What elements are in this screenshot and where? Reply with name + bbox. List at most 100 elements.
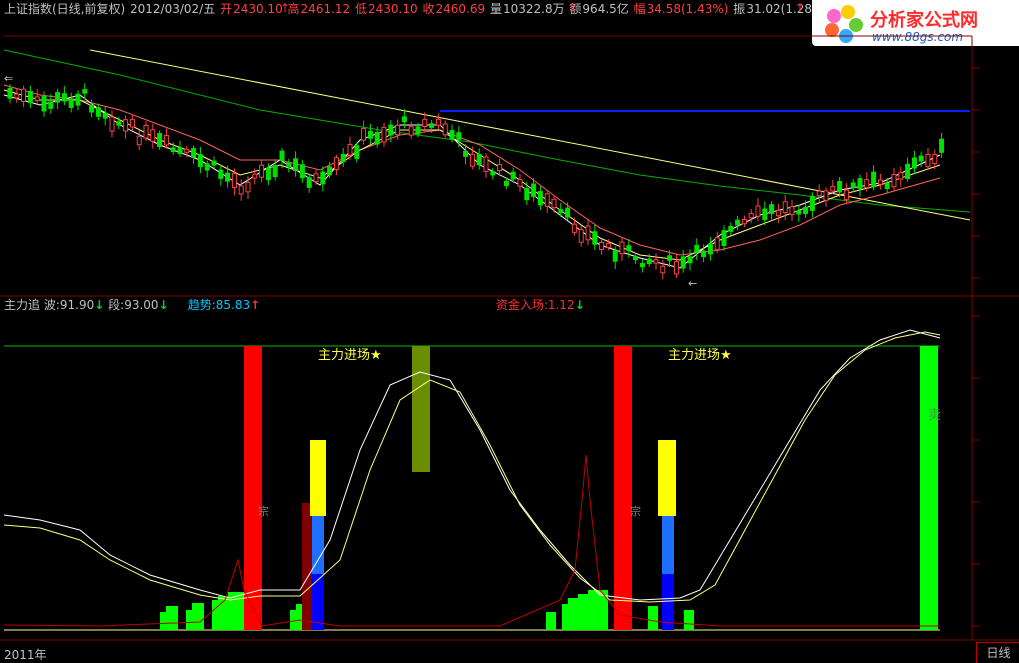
candle-body <box>605 242 611 248</box>
candle-body <box>245 181 251 193</box>
candle-body <box>660 265 666 274</box>
candle-body <box>265 167 271 181</box>
candle-body <box>238 185 244 195</box>
candle-body <box>497 164 503 172</box>
candle-body <box>809 195 815 211</box>
candle-body <box>911 157 917 169</box>
entry-label-2: 主力进场★ <box>668 348 732 363</box>
candle-body <box>347 143 353 156</box>
candle-body <box>748 213 754 219</box>
candle-body <box>571 223 577 233</box>
fund-line-red <box>3 454 940 627</box>
chart-arrow-marker: ⇐ <box>4 72 13 85</box>
candle-body <box>524 188 530 201</box>
candle-body <box>714 237 720 251</box>
candle-body <box>82 89 88 94</box>
candle-body <box>796 210 802 215</box>
candle-body <box>225 172 231 182</box>
candle-body <box>735 219 741 226</box>
candle-body <box>782 201 788 214</box>
candle-body <box>395 124 401 136</box>
candle-body <box>191 148 197 158</box>
candle-body <box>95 107 101 117</box>
candle-body <box>435 118 441 126</box>
candle-body <box>646 258 652 265</box>
candle-body <box>204 163 210 171</box>
candle-body <box>721 230 727 246</box>
arrow-down-icon: ↓ <box>158 298 169 312</box>
ma-short-line <box>3 94 941 269</box>
candle-body <box>136 135 142 146</box>
candle-body <box>320 171 326 185</box>
candle-body <box>707 243 713 255</box>
candlesticks <box>7 83 945 280</box>
candle-body <box>231 173 237 189</box>
candle-body <box>218 169 224 179</box>
candle-body <box>551 198 557 209</box>
wave-value: 91.90 <box>59 298 95 312</box>
candle-body <box>626 245 632 251</box>
candle-body <box>667 255 673 261</box>
candle-body <box>830 185 836 192</box>
indicator-line: 主力追 波:91.90↓ 段:93.00↓ 趋势:85.83↑ 资金入场:1.1… <box>4 297 585 313</box>
wave-line-white <box>3 329 941 601</box>
candle-body <box>823 190 829 201</box>
candle-body <box>531 183 537 197</box>
candle-body <box>891 174 897 188</box>
arrow-down-icon: ↓ <box>574 298 585 312</box>
candle-body <box>877 179 883 185</box>
candle-body <box>469 153 475 167</box>
candle-body <box>55 92 61 103</box>
candle-body <box>585 225 591 241</box>
wave-label: 波: <box>43 298 60 312</box>
candle-body <box>442 123 448 136</box>
candle-body <box>456 132 462 140</box>
candle-body <box>898 172 904 180</box>
chart-arrow-marker-2: ← <box>688 277 697 290</box>
candle-body <box>673 261 679 275</box>
candle-body <box>123 119 129 132</box>
candle-body <box>837 181 843 193</box>
signal-bar-yellow-2 <box>658 440 676 516</box>
candle-body <box>157 133 163 148</box>
candle-body <box>68 98 74 108</box>
candle-body <box>918 155 924 162</box>
candle-body <box>463 150 469 157</box>
candle-body <box>408 126 414 136</box>
candle-body <box>313 173 319 183</box>
candle-body <box>129 119 135 128</box>
candle-body <box>517 178 523 187</box>
candle-body <box>75 93 81 106</box>
candle-body <box>503 180 509 186</box>
seg-line-yellow <box>3 331 941 603</box>
candle-body <box>306 177 312 188</box>
candle-body <box>150 129 156 142</box>
candle-body <box>483 156 489 172</box>
candle-body <box>170 147 176 152</box>
candle-body <box>184 148 190 153</box>
candle-body <box>871 171 877 188</box>
candle-body <box>884 183 890 190</box>
candle-body <box>687 256 693 264</box>
candle-body <box>510 171 516 180</box>
candle-body <box>14 93 20 99</box>
candle-body <box>116 121 122 126</box>
candle-body <box>109 116 115 132</box>
seg-value: 93.00 <box>124 298 159 312</box>
ma-mid-line <box>3 89 941 261</box>
candle-body <box>422 118 428 128</box>
candle-body <box>354 145 360 159</box>
trend-value: 85.83 <box>215 298 251 312</box>
candle-body <box>27 91 33 104</box>
candle-body <box>7 87 13 99</box>
candle-body <box>374 132 380 145</box>
candle-body <box>857 178 863 190</box>
trend-line-yellow <box>89 49 971 221</box>
candle-body <box>61 93 67 102</box>
candle-body <box>272 165 278 178</box>
candle-body <box>490 171 496 176</box>
tab-daily[interactable]: 日线 <box>976 642 1019 663</box>
candle-body <box>163 134 169 146</box>
candle-body <box>728 226 734 232</box>
tick-label-gray-2: 宗 <box>630 504 641 518</box>
